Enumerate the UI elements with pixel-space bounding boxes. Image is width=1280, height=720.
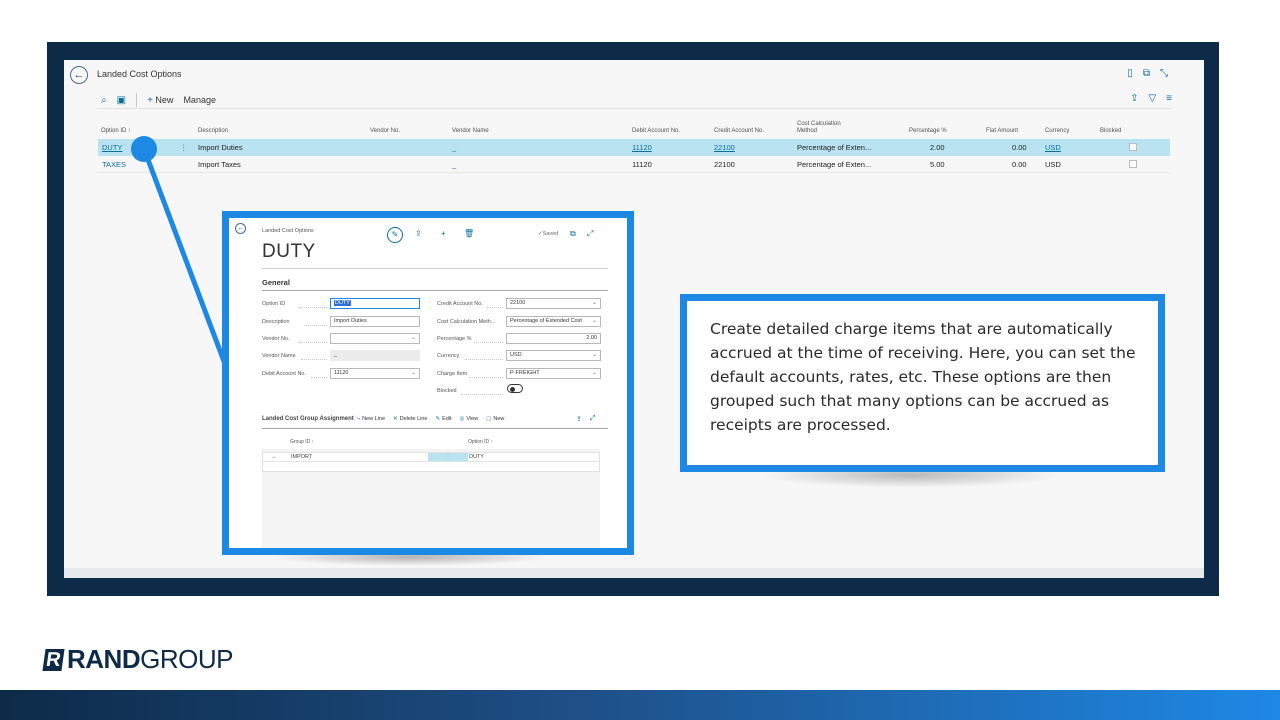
- table-row[interactable]: → IMPORT ⋮ DUTY: [262, 452, 600, 462]
- eye-icon: ◎: [459, 416, 465, 422]
- divider: [262, 290, 608, 291]
- row-menu-icon[interactable]: ⋮: [428, 453, 468, 461]
- expand-icon[interactable]: ⤢: [590, 415, 596, 423]
- leader-dots: [474, 342, 503, 343]
- divider: [262, 268, 608, 269]
- leader-dots: [487, 307, 503, 308]
- method-label: Cost Calculation Meth...: [437, 319, 496, 325]
- callout-box: Create detailed charge items that are au…: [680, 294, 1165, 472]
- option-id-label: Option ID: [262, 301, 286, 307]
- view-button[interactable]: ◎ View: [460, 416, 479, 423]
- leader-dots: [299, 307, 327, 308]
- chevron-down-icon: ⌄: [410, 370, 416, 376]
- currency-label: Currency: [437, 353, 460, 359]
- credit-account-select[interactable]: 22100 ⌄: [506, 298, 601, 309]
- vendor-name-label: Vendor Name: [262, 353, 296, 359]
- delete-line-icon: ✕: [393, 416, 398, 422]
- vendor-no-select[interactable]: ⌄: [330, 333, 420, 344]
- chevron-down-icon: ⌄: [591, 352, 597, 358]
- credit-account-label: Credit Account No.: [437, 301, 483, 307]
- leader-dots: [299, 342, 327, 343]
- leader-dots: [465, 359, 503, 360]
- method-select[interactable]: Percentage of Extended Cost ⌄: [506, 316, 601, 327]
- group-id-cell[interactable]: IMPORT: [291, 454, 312, 460]
- open-new-window-icon[interactable]: ⧉: [570, 229, 576, 239]
- percentage-field[interactable]: 2.00: [506, 333, 601, 344]
- chevron-down-icon: ⌄: [591, 300, 597, 306]
- logo-text: RANDGROUP: [67, 644, 233, 674]
- table-row-empty[interactable]: [262, 462, 600, 472]
- leader-dots: [304, 325, 327, 326]
- blocked-label: Blocked: [437, 388, 457, 394]
- plus-icon[interactable]: +: [441, 229, 446, 238]
- new-line-icon: ⤷: [357, 416, 361, 422]
- duty-card: ← Landed Cost Options DUTY ✎ ⇪ + 🗑 ✓Save…: [222, 211, 634, 555]
- callout-text: Create detailed charge items that are au…: [710, 320, 1136, 434]
- row-arrow-icon: →: [271, 454, 277, 460]
- edit-pencil-icon[interactable]: ✎: [387, 227, 403, 243]
- option-id-field[interactable]: DUTY: [330, 298, 420, 309]
- col-option-id[interactable]: Option ID ↑: [468, 439, 493, 445]
- saved-status: ✓Saved: [538, 231, 559, 237]
- subpage-actions: ⤷ New Line ✕ Delete Line ✎ Edit ◎ View ▢ New: [357, 416, 504, 423]
- card-title: DUTY: [262, 241, 316, 262]
- card-breadcrumb: Landed Cost Options: [262, 228, 314, 234]
- share-icon[interactable]: ⇪: [576, 415, 582, 423]
- description-label: Description: [262, 319, 290, 325]
- edit-button[interactable]: ✎ Edit: [435, 416, 451, 423]
- new-doc-icon: ▢: [486, 416, 492, 422]
- vendor-name-field: _: [330, 350, 420, 361]
- col-group-id[interactable]: Group ID ↑: [290, 439, 314, 445]
- chevron-down-icon: ⌄: [591, 318, 597, 324]
- divider: [262, 428, 608, 429]
- vendor-no-label: Vendor No.: [262, 336, 290, 342]
- trash-icon[interactable]: 🗑: [464, 229, 474, 238]
- subpage-icons: ⇪ ⤢: [576, 415, 595, 423]
- debit-account-select[interactable]: 11120 ⌄: [330, 368, 420, 379]
- chevron-down-icon: ⌄: [410, 335, 416, 341]
- currency-select[interactable]: USD ⌄: [506, 350, 601, 361]
- share-icon[interactable]: ⇪: [415, 229, 422, 238]
- subpage-title[interactable]: Landed Cost Group Assignment: [262, 416, 354, 422]
- delete-line-button[interactable]: ✕ Delete Line: [393, 416, 427, 423]
- logo-mark: R: [42, 648, 65, 671]
- leader-dots: [469, 377, 503, 378]
- new-line-button[interactable]: ⤷ New Line: [357, 416, 385, 423]
- pencil-icon: ✎: [435, 416, 441, 422]
- leader-dots: [301, 359, 327, 360]
- description-field[interactable]: Import Duties: [330, 316, 420, 327]
- leader-dots: [311, 377, 327, 378]
- rand-group-logo: R RANDGROUP: [42, 644, 233, 675]
- back-arrow-icon[interactable]: ←: [235, 223, 246, 234]
- leader-dots: [461, 394, 503, 395]
- percentage-label: Percentage %: [437, 336, 472, 342]
- charge-item-label: Charge Item: [437, 371, 468, 377]
- chevron-down-icon: ⌄: [591, 370, 597, 376]
- charge-item-select[interactable]: P-FREIGHT ⌄: [506, 368, 601, 379]
- blocked-toggle[interactable]: [507, 384, 523, 393]
- option-id-cell[interactable]: DUTY: [469, 454, 484, 460]
- pointer-dot: [131, 136, 157, 162]
- expand-icon[interactable]: ⤢: [587, 229, 593, 239]
- new-button[interactable]: ▢ New: [486, 416, 504, 423]
- debit-account-label: Debit Account No.: [262, 371, 307, 377]
- bottom-gradient-bar: [0, 690, 1280, 720]
- section-general[interactable]: General: [262, 278, 290, 287]
